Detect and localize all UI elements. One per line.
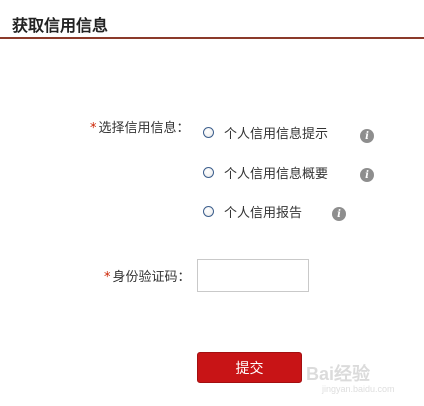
radio-button[interactable] <box>203 126 214 138</box>
watermark-logo: Bai经验 jingyan.baidu.com <box>306 352 418 398</box>
info-icon[interactable]: i <box>360 168 374 182</box>
page-title: 获取信用信息 <box>12 16 109 35</box>
info-icon[interactable]: i <box>332 207 346 221</box>
verification-code-label-text: 身份验证码： <box>112 270 191 285</box>
radio-option-credit-hint[interactable]: 个人信用信息提示 <box>203 123 329 142</box>
required-marker: * <box>104 270 111 285</box>
required-marker: * <box>90 121 97 136</box>
info-icon[interactable]: i <box>360 129 374 143</box>
radio-option-credit-summary[interactable]: 个人信用信息概要 <box>203 163 329 182</box>
header-divider <box>0 37 424 39</box>
radio-option-credit-report[interactable]: 个人信用报告 <box>203 202 303 221</box>
credit-info-label: * 选择信用信息： <box>90 117 190 136</box>
watermark-brand: Bai经验 <box>306 364 371 384</box>
radio-button[interactable] <box>203 205 214 217</box>
radio-label: 个人信用信息提示 <box>224 126 329 142</box>
radio-label: 个人信用报告 <box>224 205 303 221</box>
watermark-url: jingyan.baidu.com <box>322 384 395 394</box>
verification-code-label: * 身份验证码： <box>104 266 191 285</box>
credit-info-label-text: 选择信用信息： <box>98 121 190 136</box>
verification-code-input[interactable] <box>197 259 309 292</box>
radio-label: 个人信用信息概要 <box>224 166 329 182</box>
submit-button[interactable]: 提交 <box>197 352 302 383</box>
radio-button[interactable] <box>203 166 214 178</box>
